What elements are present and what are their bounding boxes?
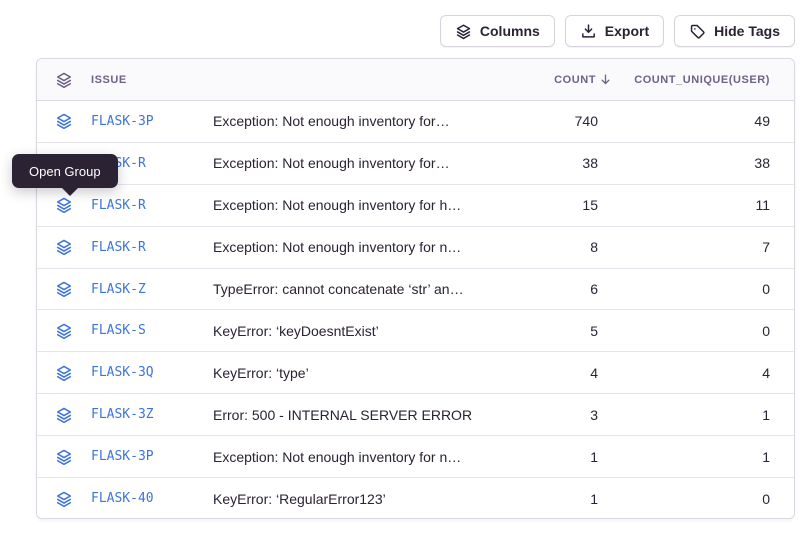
open-group-button[interactable] (37, 322, 91, 340)
table-row[interactable]: FLASK-3P Exception: Not enough inventory… (37, 101, 794, 143)
issue-id-link[interactable]: FLASK-Z (91, 282, 213, 297)
table-row[interactable]: FLASK-R Exception: Not enough inventory … (37, 185, 794, 227)
count-unique-value: 0 (598, 323, 794, 339)
count-value: 1 (488, 449, 598, 465)
count-column-header[interactable]: COUNT (488, 73, 612, 86)
layers-icon (55, 238, 73, 256)
columns-button[interactable]: Columns (440, 15, 555, 47)
issue-title: Exception: Not enough inventory for… (213, 113, 488, 129)
table-row[interactable]: FLASK-3P Exception: Not enough inventory… (37, 436, 794, 478)
count-value: 4 (488, 365, 598, 381)
table-row[interactable]: FLASK-R Exception: Not enough inventory … (37, 143, 794, 185)
open-group-button[interactable] (37, 406, 91, 424)
count-unique-value: 11 (598, 197, 794, 213)
count-value: 5 (488, 323, 598, 339)
count-value: 6 (488, 281, 598, 297)
layers-icon (55, 112, 73, 130)
hide-tags-button[interactable]: Hide Tags (674, 15, 795, 47)
count-unique-value: 0 (598, 281, 794, 297)
issue-id-link[interactable]: FLASK-R (91, 240, 213, 255)
count-unique-value: 1 (598, 407, 794, 423)
issue-id-link[interactable]: FLASK-40 (91, 491, 213, 506)
layers-icon (55, 71, 73, 89)
issue-id-link[interactable]: FLASK-R (91, 198, 213, 213)
issue-title: Exception: Not enough inventory for h… (213, 197, 488, 213)
table-row[interactable]: FLASK-Z TypeError: cannot concatenate ‘s… (37, 269, 794, 311)
issues-table: ISSUE COUNT COUNT_UNIQUE(USER) FLASK-3P … (36, 58, 795, 519)
issue-title: TypeError: cannot concatenate ‘str’ an… (213, 281, 488, 297)
toolbar: Columns Export Hide Tags (440, 15, 795, 47)
export-button[interactable]: Export (565, 15, 664, 47)
open-group-button[interactable] (37, 112, 91, 130)
columns-button-label: Columns (480, 23, 540, 39)
count-unique-value: 1 (598, 449, 794, 465)
layers-icon (55, 364, 73, 382)
layers-icon (455, 23, 472, 40)
table-row[interactable]: FLASK-3Z Error: 500 - INTERNAL SERVER ER… (37, 394, 794, 436)
issue-title: KeyError: ‘type’ (213, 365, 488, 381)
count-value: 15 (488, 197, 598, 213)
table-body: FLASK-3P Exception: Not enough inventory… (37, 101, 794, 519)
table-header-row: ISSUE COUNT COUNT_UNIQUE(USER) (37, 59, 794, 101)
count-unique-value: 4 (598, 365, 794, 381)
count-unique-value: 38 (598, 155, 794, 171)
count-unique-value: 0 (598, 491, 794, 507)
open-group-button[interactable] (37, 196, 91, 214)
table-row[interactable]: FLASK-40 KeyError: ‘RegularError123’ 1 0 (37, 478, 794, 519)
issue-title: Exception: Not enough inventory for n… (213, 449, 488, 465)
count-value: 8 (488, 239, 598, 255)
count-unique-value: 7 (598, 239, 794, 255)
open-group-button[interactable] (37, 364, 91, 382)
count-unique-column-header[interactable]: COUNT_UNIQUE(USER) (612, 74, 794, 86)
layers-icon (55, 196, 73, 214)
issue-title: Error: 500 - INTERNAL SERVER ERROR (213, 407, 488, 423)
tooltip-text: Open Group (29, 164, 101, 179)
count-unique-value: 49 (598, 113, 794, 129)
download-icon (580, 23, 597, 40)
table-row[interactable]: FLASK-3Q KeyError: ‘type’ 4 4 (37, 352, 794, 394)
open-group-button[interactable] (37, 448, 91, 466)
issue-id-link[interactable]: FLASK-3Z (91, 407, 213, 422)
open-group-tooltip: Open Group (12, 154, 118, 188)
count-value: 3 (488, 407, 598, 423)
layers-icon (55, 322, 73, 340)
layers-icon (55, 406, 73, 424)
issue-column-header: ISSUE (91, 74, 488, 86)
layers-icon (55, 490, 73, 508)
issue-title: Exception: Not enough inventory for n… (213, 239, 488, 255)
issue-id-link[interactable]: FLASK-3Q (91, 365, 213, 380)
layers-icon (55, 448, 73, 466)
hide-tags-button-label: Hide Tags (714, 23, 780, 39)
count-value: 740 (488, 113, 598, 129)
issue-title: KeyError: ‘RegularError123’ (213, 491, 488, 507)
open-group-button[interactable] (37, 490, 91, 508)
sort-desc-icon (599, 73, 612, 86)
issue-id-link[interactable]: FLASK-S (91, 323, 213, 338)
export-button-label: Export (605, 23, 649, 39)
issue-column-icon-cell (37, 71, 91, 89)
issue-title: Exception: Not enough inventory for… (213, 155, 488, 171)
count-value: 1 (488, 491, 598, 507)
issue-id-link[interactable]: FLASK-3P (91, 449, 213, 464)
open-group-button[interactable] (37, 238, 91, 256)
table-row[interactable]: FLASK-S KeyError: ‘keyDoesntExist’ 5 0 (37, 310, 794, 352)
issue-title: KeyError: ‘keyDoesntExist’ (213, 323, 488, 339)
count-value: 38 (488, 155, 598, 171)
count-column-label: COUNT (554, 74, 596, 86)
tag-icon (689, 23, 706, 40)
issue-id-link[interactable]: FLASK-3P (91, 114, 213, 129)
table-row[interactable]: FLASK-R Exception: Not enough inventory … (37, 227, 794, 269)
layers-icon (55, 280, 73, 298)
open-group-button[interactable] (37, 280, 91, 298)
